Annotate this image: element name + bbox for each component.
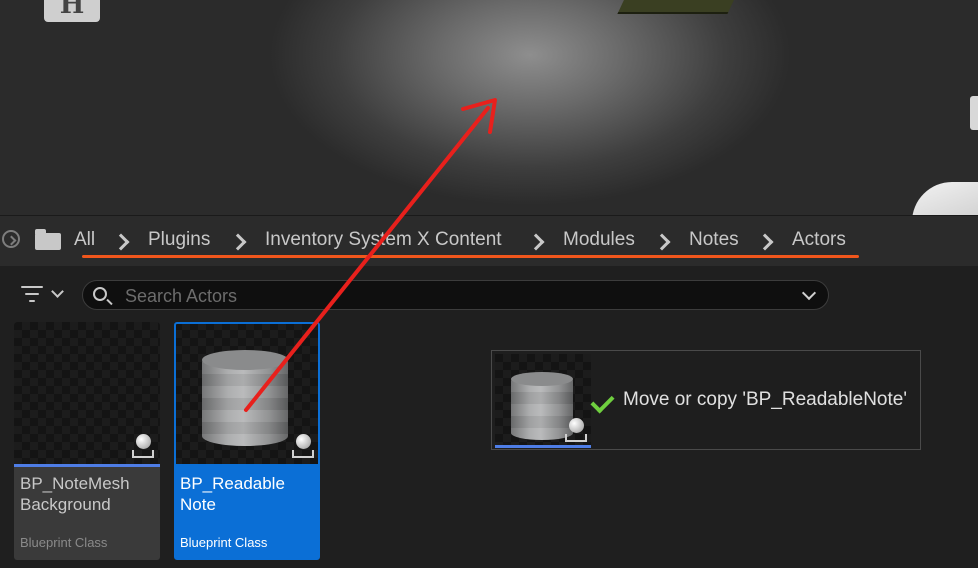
asset-type: Blueprint Class	[20, 535, 108, 550]
breadcrumb-item-modules[interactable]: Modules	[563, 229, 635, 251]
history-icon[interactable]	[2, 230, 20, 248]
actor-icon	[292, 434, 316, 460]
chevron-right-icon[interactable]	[229, 233, 247, 251]
cylinder-mesh-preview	[202, 350, 288, 446]
actor-icon	[132, 434, 156, 460]
asset-type-color-bar	[495, 445, 591, 448]
drag-operation-text: Move or copy 'BP_ReadableNote'	[623, 389, 907, 410]
chevron-right-icon[interactable]	[527, 233, 545, 251]
viewport-edge-object[interactable]	[970, 96, 978, 130]
breadcrumb-item-plugins[interactable]: Plugins	[148, 229, 210, 251]
asset-name: BP_NoteMesh Background	[20, 474, 130, 514]
asset-name: BP_Readable Note	[180, 474, 285, 514]
check-icon	[590, 389, 615, 414]
content-browser-panel: BP_NoteMesh Background Blueprint Class B…	[0, 266, 978, 568]
drag-drop-tooltip: Move or copy 'BP_ReadableNote'	[491, 350, 921, 450]
breadcrumb-item-inventory-system-x-content[interactable]: Inventory System X Content	[265, 229, 502, 251]
filter-button[interactable]	[18, 282, 68, 306]
chevron-right-icon[interactable]	[653, 233, 671, 251]
asset-type: Blueprint Class	[180, 535, 268, 550]
chevron-down-icon	[51, 285, 64, 298]
chevron-down-icon[interactable]	[801, 285, 817, 301]
breadcrumb: All Plugins Inventory System X Content M…	[0, 215, 978, 266]
axis-gizmo: H	[44, 0, 100, 22]
search-icon	[93, 287, 107, 301]
asset-thumbnail	[176, 324, 318, 464]
level-viewport[interactable]: H	[0, 0, 978, 215]
asset-thumbnail	[14, 322, 160, 464]
breadcrumb-item-all[interactable]: All	[74, 229, 95, 251]
viewport-mesh-object[interactable]	[617, 0, 753, 14]
drag-asset-thumbnail	[495, 354, 591, 446]
chevron-right-icon[interactable]	[756, 233, 774, 251]
folder-icon[interactable]	[35, 229, 61, 250]
breadcrumb-item-actors[interactable]: Actors	[792, 229, 846, 251]
search-bar[interactable]	[82, 280, 829, 310]
breadcrumb-item-notes[interactable]: Notes	[689, 229, 739, 251]
search-input[interactable]	[123, 284, 787, 308]
chevron-right-icon[interactable]	[112, 233, 130, 251]
asset-tile-bp-readable-note[interactable]: BP_Readable Note Blueprint Class	[174, 322, 320, 560]
asset-tile-bp-notemesh-background[interactable]: BP_NoteMesh Background Blueprint Class	[14, 322, 160, 560]
cylinder-mesh-preview	[511, 372, 573, 440]
viewport-camera-object[interactable]	[912, 182, 978, 215]
actor-icon	[565, 418, 589, 444]
asset-type-color-bar	[14, 464, 160, 467]
annotation-underline	[82, 255, 859, 258]
